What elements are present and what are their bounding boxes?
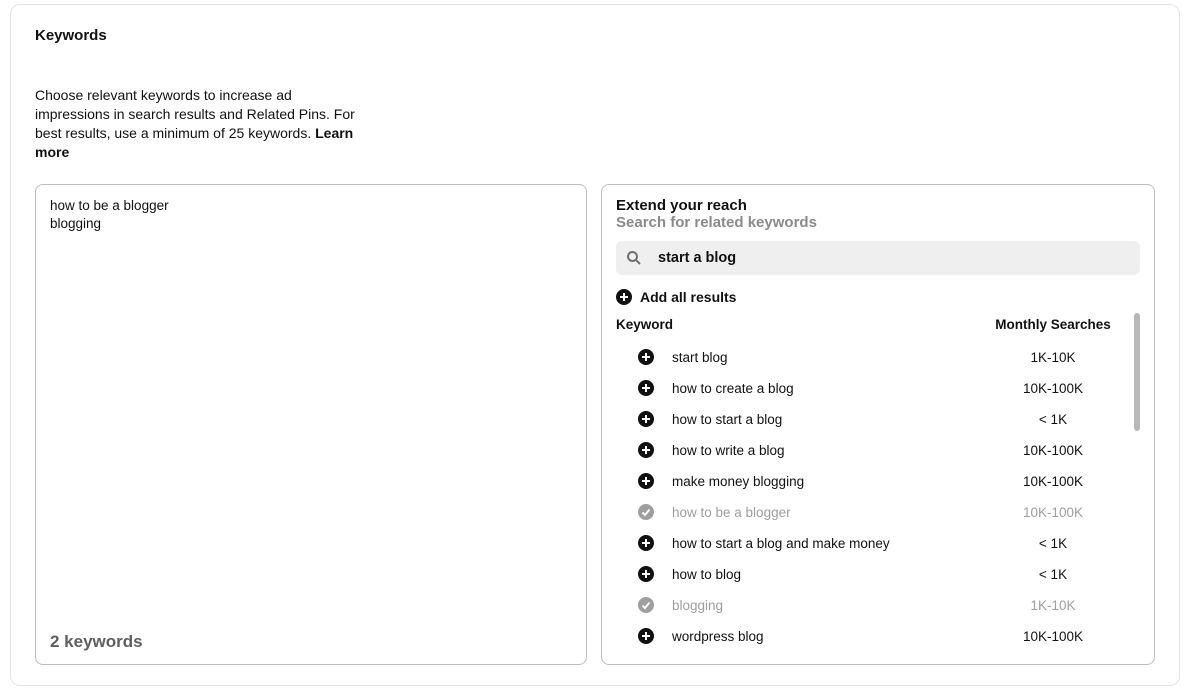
result-row: how to write a blog10K-100K — [616, 435, 1130, 466]
extend-title: Extend your reach — [616, 197, 1140, 214]
result-row: how to create a blog10K-100K — [616, 373, 1130, 404]
result-keyword: make money blogging — [672, 474, 976, 489]
result-keyword: how to start a blog — [672, 412, 976, 427]
add-keyword-button[interactable] — [616, 628, 672, 644]
result-keyword: how to create a blog — [672, 381, 976, 396]
result-keyword: how to blog — [672, 567, 976, 582]
description-text: Choose relevant keywords to increase ad … — [35, 87, 355, 141]
result-searches: 10K-100K — [976, 474, 1130, 489]
col-keyword: Keyword — [616, 317, 976, 332]
result-searches: < 1K — [976, 536, 1130, 551]
result-searches: < 1K — [976, 567, 1130, 582]
check-circle-icon — [616, 597, 672, 613]
keyword-count: 2 keywords — [50, 632, 143, 652]
result-row: how to start a blog< 1K — [616, 404, 1130, 435]
result-row: start blog1K-10K — [616, 342, 1130, 373]
results-header: Keyword Monthly Searches — [616, 317, 1130, 332]
result-searches: 1K-10K — [976, 350, 1130, 365]
col-searches: Monthly Searches — [976, 317, 1130, 332]
add-keyword-button[interactable] — [616, 411, 672, 427]
add-keyword-button[interactable] — [616, 380, 672, 396]
add-keyword-button[interactable] — [616, 349, 672, 365]
result-searches: 10K-100K — [976, 505, 1130, 520]
add-all-label: Add all results — [640, 289, 736, 305]
search-icon — [626, 250, 642, 266]
result-keyword: start blog — [672, 350, 976, 365]
add-keyword-button[interactable] — [616, 473, 672, 489]
selected-keyword[interactable]: blogging — [50, 215, 572, 233]
result-row: how to blog< 1K — [616, 559, 1130, 590]
result-row: how to start a blog and make money< 1K — [616, 528, 1130, 559]
result-keyword: how to be a blogger — [672, 505, 976, 520]
result-searches: < 1K — [976, 412, 1130, 427]
add-all-results-button[interactable]: Add all results — [616, 289, 1140, 305]
plus-circle-icon — [616, 289, 632, 305]
result-row: wordpress blog10K-100K — [616, 621, 1130, 652]
add-keyword-button[interactable] — [616, 535, 672, 551]
result-keyword: wordpress blog — [672, 629, 976, 644]
selected-keyword[interactable]: how to be a blogger — [50, 197, 572, 215]
result-row: blogging1K-10K — [616, 590, 1130, 621]
section-description: Choose relevant keywords to increase ad … — [35, 86, 355, 162]
section-title: Keywords — [35, 27, 1155, 44]
selected-keywords-panel[interactable]: how to be a bloggerblogging 2 keywords — [35, 184, 587, 665]
result-searches: 1K-10K — [976, 598, 1130, 613]
keyword-search-input[interactable] — [656, 249, 1130, 267]
result-row: how to be a blogger10K-100K — [616, 497, 1130, 528]
result-keyword: blogging — [672, 598, 976, 613]
keywords-section: Keywords Choose relevant keywords to inc… — [10, 4, 1180, 686]
extend-subtitle: Search for related keywords — [616, 214, 1140, 231]
check-circle-icon — [616, 504, 672, 520]
scrollbar[interactable] — [1134, 313, 1140, 431]
add-keyword-button[interactable] — [616, 442, 672, 458]
extend-reach-panel: Extend your reach Search for related key… — [601, 184, 1155, 665]
keyword-search[interactable] — [616, 241, 1140, 275]
result-keyword: how to start a blog and make money — [672, 536, 976, 551]
add-keyword-button[interactable] — [616, 566, 672, 582]
result-searches: 10K-100K — [976, 381, 1130, 396]
result-searches: 10K-100K — [976, 629, 1130, 644]
result-row: make money blogging10K-100K — [616, 466, 1130, 497]
result-keyword: how to write a blog — [672, 443, 976, 458]
result-searches: 10K-100K — [976, 443, 1130, 458]
